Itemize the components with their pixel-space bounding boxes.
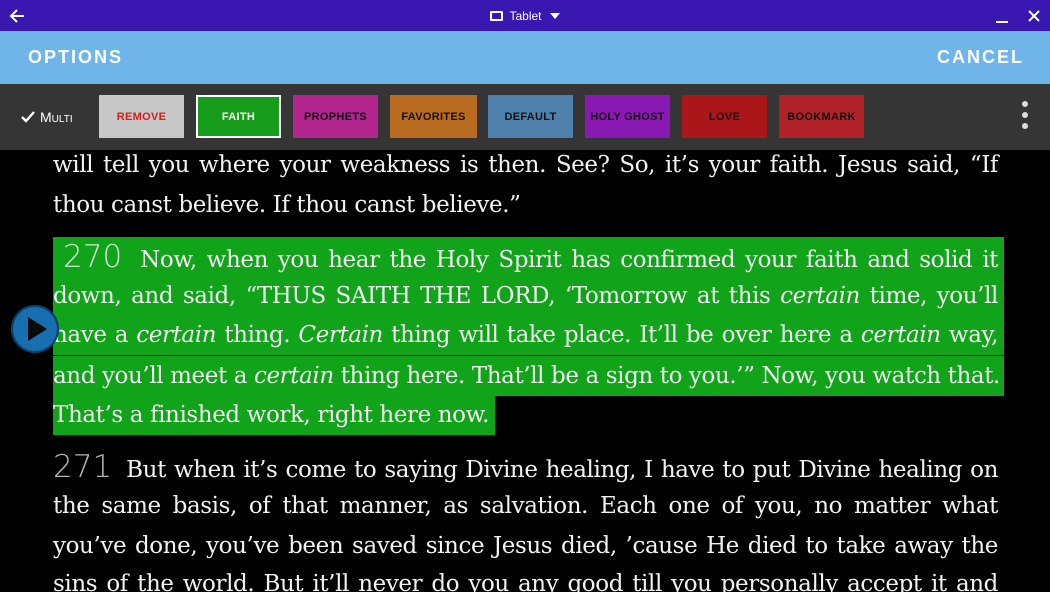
play-icon[interactable] — [11, 305, 59, 353]
multi-label: MULTI — [40, 109, 73, 125]
line-text: down, and said, “THUS SAITH THE LORD, ‘T… — [53, 283, 998, 309]
text-line[interactable]: you’ve done, you’ve been saved since Jes… — [53, 526, 998, 566]
paragraph-number: 271 — [53, 449, 113, 485]
cancel-button[interactable]: CANCEL — [937, 31, 1024, 84]
chip-label: BOOKMARK — [787, 110, 856, 123]
prophets-chip[interactable]: PROPHETS — [293, 95, 378, 138]
options-title: OPTIONS — [28, 47, 124, 67]
line-text: have a certain thing. Certain thing will… — [53, 322, 998, 348]
close-icon[interactable] — [1027, 8, 1041, 24]
chip-label: FAITH — [221, 110, 256, 123]
line-text: That’s a finished work, right here now. — [53, 402, 490, 428]
line-text: will tell you where your weakness is the… — [53, 152, 998, 178]
text-line[interactable]: thou canst believe. If thou canst believ… — [53, 185, 998, 225]
holy-ghost-chip[interactable]: HOLY GHOST — [585, 95, 670, 138]
chip-label: PROPHETS — [304, 110, 367, 123]
check-icon — [21, 111, 35, 123]
text-line[interactable]: sins of the world. But it’ll never do yo… — [53, 564, 998, 592]
bookmark-chip[interactable]: BOOKMARK — [779, 95, 864, 138]
chip-label: DEFAULT — [504, 110, 557, 123]
chip-label: LOVE — [708, 110, 741, 123]
chip-label: REMOVE — [116, 110, 167, 123]
line-text: Now, when you hear the Holy Spirit has c… — [140, 247, 998, 273]
highlighted-text-line[interactable]: That’s a finished work, right here now. — [53, 395, 496, 435]
line-text: sins of the world. But it’ll never do yo… — [53, 571, 998, 592]
love-chip[interactable]: LOVE — [682, 95, 767, 138]
highlighted-text-line[interactable]: have a certain thing. Certain thing will… — [53, 315, 1004, 355]
chip-label: HOLY GHOST — [590, 110, 665, 123]
chip-label: FAVORITES — [401, 110, 466, 123]
default-chip[interactable]: DEFAULT — [488, 95, 573, 138]
remove-chip[interactable]: REMOVE — [99, 95, 184, 138]
line-text: and you’ll meet a certain thing here. Th… — [53, 363, 1000, 389]
caret-down-icon — [549, 12, 560, 19]
highlighted-text-line[interactable]: and you’ll meet a certain thing here. Th… — [53, 356, 1004, 396]
window-title[interactable]: Tablet — [0, 0, 1050, 31]
line-text: you’ve done, you’ve been saved since Jes… — [53, 533, 998, 559]
text-line[interactable]: the same basis, of that manner, as salva… — [53, 486, 998, 526]
window-title-label: Tablet — [509, 8, 542, 23]
line-text: thou canst believe. If thou canst believ… — [53, 192, 521, 218]
faith-chip[interactable]: FAITH — [196, 95, 281, 138]
favorites-chip[interactable]: FAVORITES — [390, 95, 477, 138]
minimize-icon[interactable] — [995, 8, 1009, 24]
more-options-icon[interactable] — [1019, 101, 1031, 133]
highlighted-text-line[interactable]: 270 Now, when you hear the Holy Spirit ha… — [53, 237, 1004, 277]
line-text: the same basis, of that manner, as salva… — [53, 493, 998, 519]
paragraph-number: 270 — [63, 239, 123, 275]
window-title-bar: Tablet — [0, 0, 1050, 31]
highlight-toolbar: MULTI REMOVE FAITH PROPHETS FAVORITES DE… — [0, 84, 1050, 150]
reader-content: will tell you where your weakness is the… — [0, 150, 1050, 592]
text-line[interactable]: will tell you where your weakness is the… — [53, 150, 998, 185]
highlighted-text-line[interactable]: down, and said, “THUS SAITH THE LORD, ‘T… — [53, 276, 1004, 316]
line-text: But when it’s come to saying Divine heal… — [126, 457, 998, 483]
multi-toggle[interactable]: MULTI — [20, 84, 73, 150]
text-line[interactable]: 271 But when it’s come to saying Divine h… — [53, 447, 998, 487]
tablet-icon — [490, 10, 504, 21]
options-header: OPTIONS CANCEL — [0, 31, 1050, 84]
